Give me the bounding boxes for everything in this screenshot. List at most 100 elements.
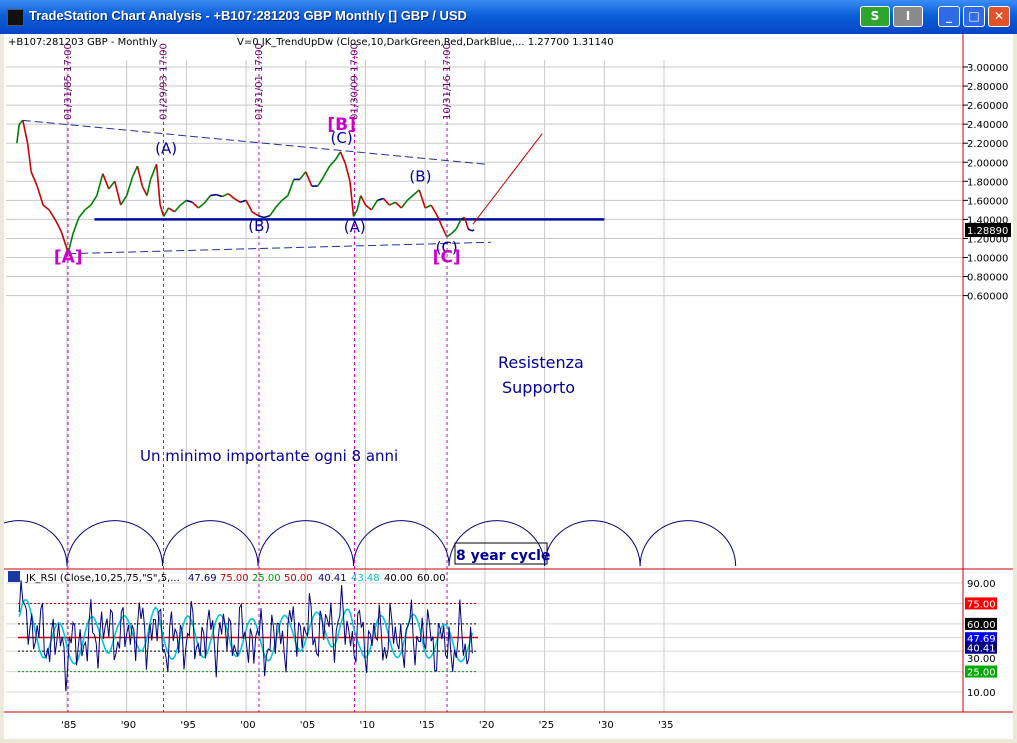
price-segment — [418, 189, 426, 209]
wave-label: [C] — [433, 247, 461, 267]
rsi-header-v2: 75.00 — [220, 573, 249, 584]
minimum-note: Un minimo importante ogni 8 anni — [140, 447, 398, 465]
price-segment — [334, 151, 342, 160]
price-segment — [281, 194, 289, 201]
price-segment — [323, 165, 331, 177]
close-button[interactable]: ✕ — [988, 6, 1010, 27]
price-axis-label: 2.80000 — [967, 82, 1008, 93]
cycle-date-label: 01/31/85 17:00 — [63, 43, 74, 120]
price-segment — [400, 199, 408, 209]
price-segment — [36, 185, 44, 206]
price-segment — [48, 209, 56, 220]
wave-label: [A] — [54, 247, 83, 267]
window-title: TradeStation Chart Analysis - +B107:2812… — [29, 8, 467, 23]
price-segment — [344, 162, 351, 182]
price-segment — [16, 124, 21, 144]
price-segment — [450, 228, 457, 235]
price-segment — [269, 206, 277, 217]
price-segment — [191, 201, 199, 209]
price-axis-label: 2.20000 — [967, 139, 1008, 150]
price-segment — [168, 207, 175, 213]
title-bar[interactable]: TradeStation Chart Analysis - +B107:2812… — [0, 0, 1017, 34]
price-segment — [54, 219, 62, 232]
maximize-button[interactable]: □ — [963, 6, 985, 27]
rsi-axis-label: 90.00 — [967, 579, 996, 590]
wave-label: (A) — [155, 140, 177, 158]
rsi-axis-label: 10.00 — [967, 688, 996, 699]
price-segment — [216, 193, 223, 198]
rsi-header-v6: 43.48 — [351, 573, 380, 584]
cycle-date-label: 01/30/09 17:00 — [350, 43, 361, 120]
price-segment — [141, 185, 148, 196]
support-label: Supporto — [502, 378, 575, 397]
price-segment — [424, 204, 432, 209]
price-segment — [78, 209, 86, 218]
price-axis-label: 0.80000 — [967, 273, 1008, 284]
projection-line — [472, 133, 543, 225]
price-segment — [72, 217, 80, 234]
i-menu-button[interactable]: I — [893, 6, 923, 27]
time-axis-label: '25 — [539, 720, 554, 731]
price-segment — [26, 143, 32, 172]
price-axis-label: 2.00000 — [967, 158, 1008, 169]
price-segment — [382, 197, 390, 206]
price-segment — [146, 179, 152, 196]
price-segment — [84, 204, 92, 211]
time-axis-label: '95 — [180, 720, 195, 731]
rsi-value-label: 75.00 — [967, 599, 996, 610]
cycle-date-label: 10/31/16 17:00 — [442, 43, 453, 120]
price-axis-label: 2.60000 — [967, 101, 1008, 112]
rsi-header-v5: 40.41 — [318, 573, 347, 584]
cycle-date-label: 01/29/93 17:00 — [158, 43, 169, 120]
last-price-label: 1.28890 — [967, 226, 1008, 237]
price-segment — [125, 176, 134, 196]
time-axis-label: '90 — [121, 720, 136, 731]
price-segment — [471, 229, 475, 232]
cycle-arc — [0, 520, 68, 567]
price-segment — [394, 201, 402, 209]
price-segment — [430, 204, 438, 216]
rsi-header-v3: 25.00 — [252, 573, 281, 584]
price-segment — [155, 164, 161, 206]
price-segment — [173, 204, 182, 213]
price-segment — [299, 171, 307, 180]
chart-svg[interactable]: 01/31/85 17:00 01/29/93 17:00 01/31/01 17:… — [0, 34, 1013, 739]
time-axis-label: '20 — [479, 720, 494, 731]
price-segment — [406, 189, 420, 201]
price-segment — [197, 202, 205, 209]
rsi-value-label: 60.00 — [967, 620, 996, 631]
price-axis-label: 1.80000 — [967, 177, 1008, 188]
price-axis-label: 2.40000 — [967, 120, 1008, 131]
price-segment — [136, 165, 144, 187]
cycle-label: 8 year cycle — [456, 548, 550, 564]
price-segment — [436, 215, 444, 230]
grid — [6, 60, 963, 712]
price-segment — [163, 207, 170, 217]
s-menu-button[interactable]: S — [860, 6, 890, 27]
price-segment — [245, 199, 253, 213]
price-segment — [275, 199, 283, 208]
price-segment — [227, 193, 235, 200]
time-axis-label: '30 — [598, 720, 613, 731]
resistance-label: Resistenza — [498, 353, 584, 372]
price-segment — [221, 192, 229, 198]
price-segment — [455, 219, 462, 230]
price-segment — [339, 151, 346, 164]
price-segment — [149, 163, 158, 180]
cycle-arc — [353, 520, 450, 567]
price-segment — [113, 181, 122, 206]
app-icon — [7, 9, 24, 26]
rsi-header-name: JK_RSI (Close,10,25,75,"S",5,... — [25, 573, 180, 584]
cycle-date-label: 01/31/01 17:00 — [254, 43, 265, 120]
time-axis-label: '10 — [360, 720, 375, 731]
wave-label: [B] — [327, 115, 356, 135]
cycle-arc — [639, 520, 737, 567]
time-axis-label: '05 — [300, 720, 315, 731]
tradestation-window: TradeStation Chart Analysis - +B107:2812… — [0, 0, 1017, 743]
price-segment — [349, 181, 355, 217]
price-segment — [365, 204, 372, 211]
rsi-header-v4: 50.00 — [284, 573, 313, 584]
minimize-button[interactable]: _ — [938, 6, 960, 27]
chart-area[interactable]: 01/31/85 17:00 01/29/93 17:00 01/31/01 17:… — [0, 34, 1013, 739]
rsi-header-v8: 60.00 — [417, 573, 446, 584]
